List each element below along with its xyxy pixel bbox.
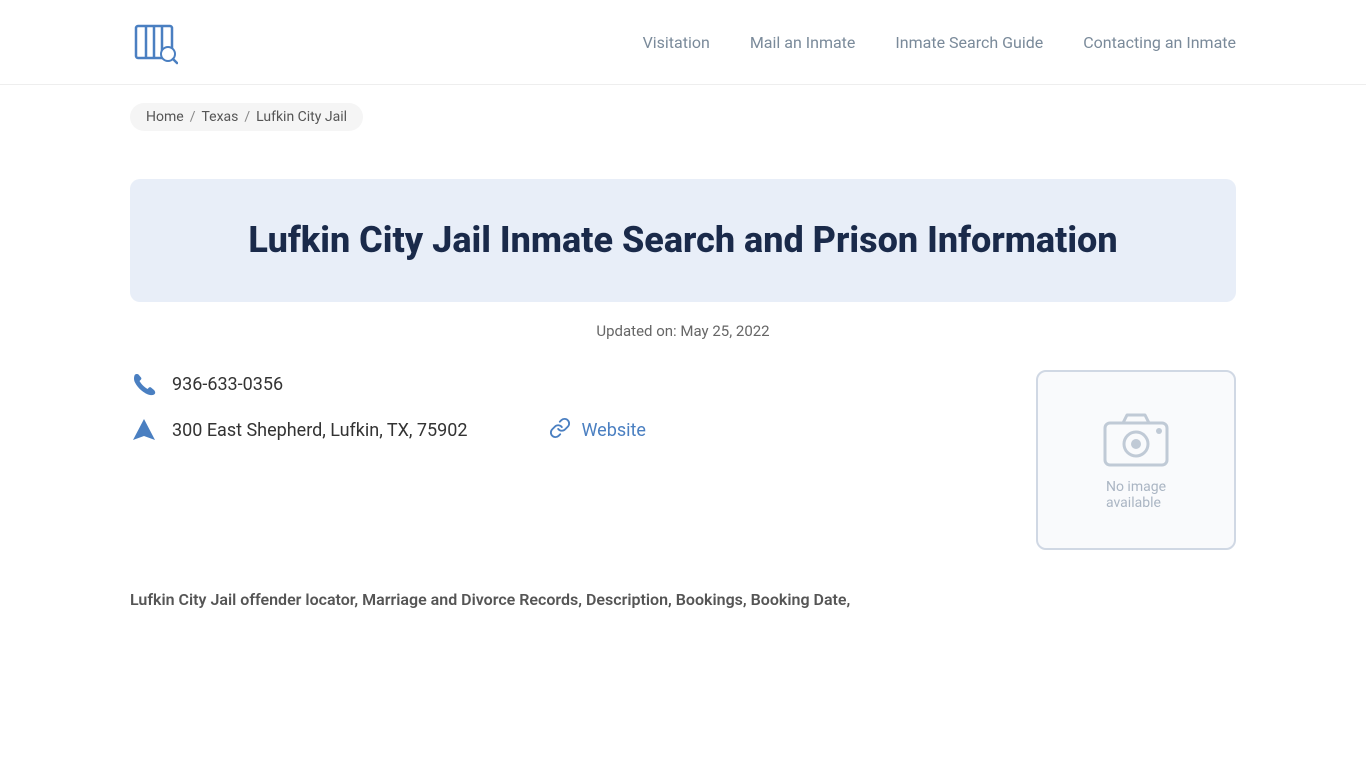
- logo[interactable]: [130, 18, 178, 66]
- phone-number: 936-633-0356: [172, 374, 283, 395]
- nav-visitation[interactable]: Visitation: [643, 33, 710, 52]
- facility-info: 936-633-0356 300 East Shepherd, Lufkin, …: [0, 370, 1366, 550]
- bottom-description: Lufkin City Jail offender locator, Marri…: [0, 550, 1366, 629]
- main-nav: Visitation Mail an Inmate Inmate Search …: [643, 33, 1236, 52]
- website-link[interactable]: Website: [581, 420, 645, 441]
- nav-contacting[interactable]: Contacting an Inmate: [1083, 33, 1236, 52]
- hero-banner: Lufkin City Jail Inmate Search and Priso…: [130, 179, 1236, 302]
- breadcrumb-facility: Lufkin City Jail: [256, 109, 347, 125]
- address-website-row: 300 East Shepherd, Lufkin, TX, 75902 Web…: [130, 416, 976, 444]
- breadcrumb-home[interactable]: Home: [146, 109, 184, 125]
- nav-mail-inmate[interactable]: Mail an Inmate: [750, 33, 856, 52]
- location-icon: [130, 416, 158, 444]
- nav-search-guide[interactable]: Inmate Search Guide: [895, 33, 1043, 52]
- link-icon: [549, 417, 571, 444]
- page-title: Lufkin City Jail Inmate Search and Priso…: [180, 219, 1186, 262]
- breadcrumb: Home / Texas / Lufkin City Jail: [130, 103, 363, 131]
- website-row: Website: [549, 417, 645, 444]
- updated-date: Updated on: May 25, 2022: [0, 322, 1366, 340]
- breadcrumb-sep-2: /: [244, 109, 250, 125]
- breadcrumb-container: Home / Texas / Lufkin City Jail: [0, 85, 1366, 149]
- breadcrumb-state[interactable]: Texas: [201, 109, 238, 125]
- breadcrumb-sep-1: /: [190, 109, 196, 125]
- facility-details: 936-633-0356 300 East Shepherd, Lufkin, …: [130, 370, 976, 444]
- phone-icon: [130, 370, 158, 398]
- address-row: 300 East Shepherd, Lufkin, TX, 75902: [130, 416, 467, 444]
- phone-row: 936-633-0356: [130, 370, 976, 398]
- facility-address: 300 East Shepherd, Lufkin, TX, 75902: [172, 420, 467, 441]
- facility-image-placeholder: No imageavailable: [1036, 370, 1236, 550]
- no-image-label: No imageavailable: [1106, 479, 1166, 511]
